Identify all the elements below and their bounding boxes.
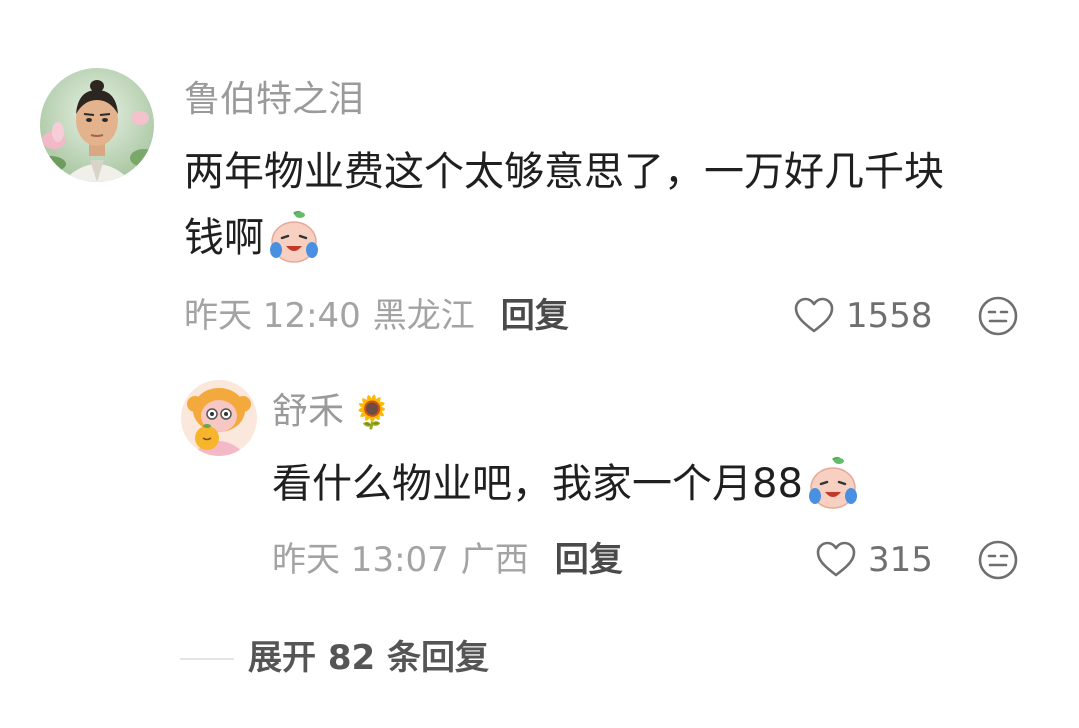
reply-time: 昨天 13:07 [272,540,449,580]
comment-text-line-2-row: 钱啊 [184,206,322,270]
reply-reply-button[interactable]: 回复 [555,538,623,582]
reply-text: 看什么物业吧，我家一个月88 [272,461,803,507]
reply-location: 广西 [460,540,529,580]
heart-icon [814,538,858,582]
comment-like-count: 1558 [846,296,933,336]
reply-meta: 昨天 13:07 广西 回复 [272,538,623,582]
comment-text-line-1: 两年物业费这个太够意思了，一万好几千块 [184,149,944,195]
heart-icon [792,294,836,338]
comment-meta: 昨天 12:40 黑龙江 回复 [184,294,569,338]
comment-time: 昨天 12:40 [184,296,361,336]
expand-replies-button[interactable]: 展开 82 条回复 [248,636,489,680]
crying-laughing-emoji-icon [266,210,322,266]
comment-text-line-2: 钱啊 [184,215,264,261]
comment-location: 黑龙江 [372,296,475,336]
reply-like-count: 315 [868,540,933,580]
neutral-face-icon [978,540,1018,580]
comment-like-button[interactable]: 1558 [792,294,933,338]
reply-text-row: 看什么物业吧，我家一个月88 [272,452,861,516]
comment-username[interactable]: 鲁伯特之泪 [184,78,364,122]
reply-like-button[interactable]: 315 [814,538,933,582]
neutral-face-icon [978,296,1018,336]
avatar[interactable] [40,68,154,182]
sunflower-emoji: 🌻 [352,393,392,431]
crying-laughing-emoji-icon [805,456,861,512]
reply-username-row: 舒禾 🌻 [272,390,392,434]
user-avatar-image [40,68,154,182]
reply-avatar[interactable] [181,380,257,456]
reply-dislike-button[interactable] [976,538,1020,582]
expand-divider [180,658,234,660]
reply-username[interactable]: 舒禾 [272,390,344,434]
reply-avatar-image [181,380,257,456]
comment-reply-button[interactable]: 回复 [501,294,569,338]
comment-dislike-button[interactable] [976,294,1020,338]
